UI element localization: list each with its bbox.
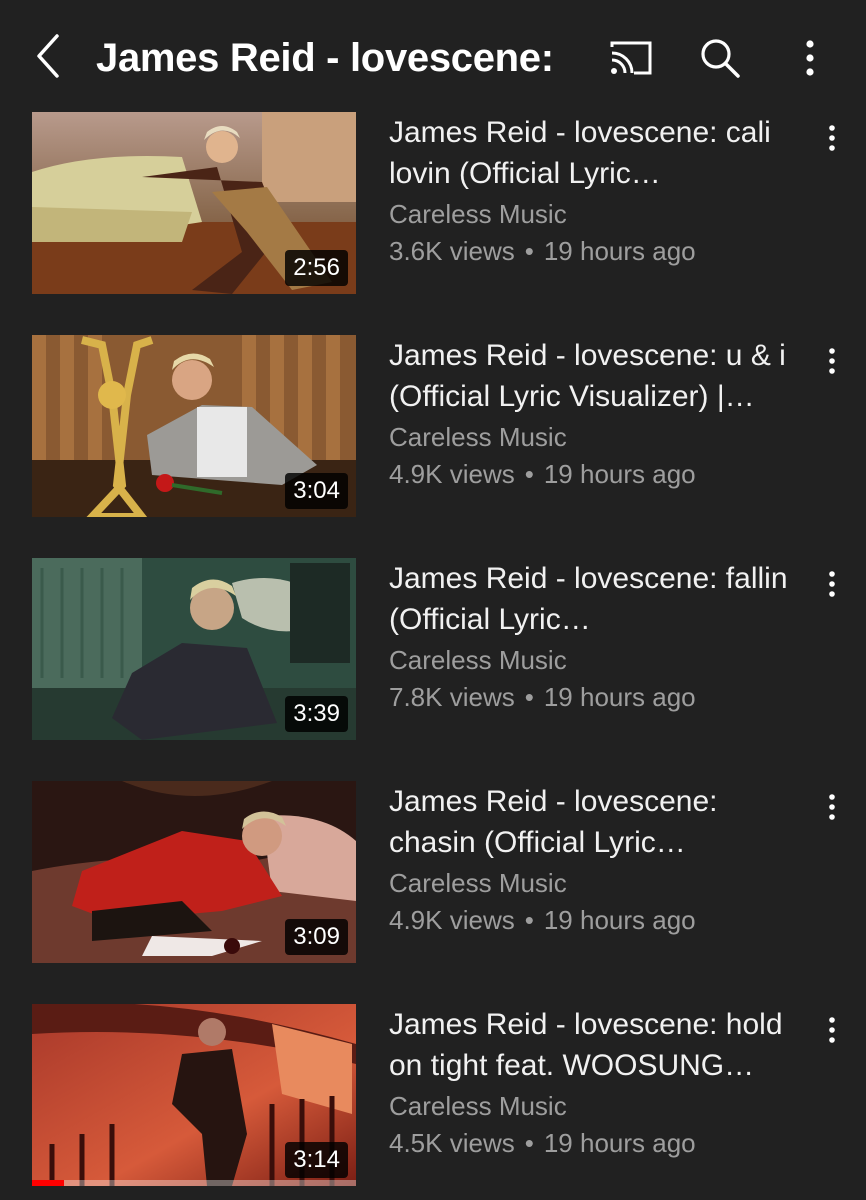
video-thumbnail[interactable]: 3:09 bbox=[32, 781, 356, 963]
video-duration: 3:39 bbox=[285, 696, 348, 732]
video-duration: 3:09 bbox=[285, 919, 348, 955]
video-meta: James Reid - lovescene: chasin (Official… bbox=[389, 781, 809, 939]
video-menu-button[interactable] bbox=[814, 1010, 850, 1050]
separator-dot: • bbox=[524, 1128, 534, 1158]
video-title[interactable]: James Reid - lovescene: cali lovin (Offi… bbox=[389, 112, 809, 194]
video-meta: James Reid - lovescene: fallin (Official… bbox=[389, 558, 809, 716]
channel-name: Careless Music bbox=[389, 868, 567, 898]
video-meta: James Reid - lovescene: u & i (Official … bbox=[389, 335, 809, 493]
video-stats: 3.6K views • 19 hours ago bbox=[389, 232, 809, 270]
video-stats: 4.9K views • 19 hours ago bbox=[389, 901, 809, 939]
more-options-button[interactable] bbox=[782, 30, 838, 86]
upload-age: 19 hours ago bbox=[543, 682, 696, 712]
separator-dot: • bbox=[524, 459, 534, 489]
cast-button[interactable] bbox=[603, 30, 659, 86]
channel-name: Careless Music bbox=[389, 422, 567, 452]
watch-progress-fill bbox=[32, 1180, 65, 1186]
video-menu-button[interactable] bbox=[814, 118, 850, 158]
separator-dot: • bbox=[524, 682, 534, 712]
channel-name: Careless Music bbox=[389, 1091, 567, 1121]
separator-dot: • bbox=[524, 905, 534, 935]
upload-age: 19 hours ago bbox=[543, 459, 696, 489]
video-thumbnail[interactable]: 2:56 bbox=[32, 112, 356, 294]
more-vert-icon bbox=[829, 1017, 835, 1043]
video-duration: 3:04 bbox=[285, 473, 348, 509]
upload-age: 19 hours ago bbox=[543, 236, 696, 266]
view-count: 7.8K views bbox=[389, 682, 515, 712]
video-meta: James Reid - lovescene: hold on tight fe… bbox=[389, 1004, 809, 1162]
separator-dot: • bbox=[524, 236, 534, 266]
video-meta: James Reid - lovescene: cali lovin (Offi… bbox=[389, 112, 809, 270]
video-title[interactable]: James Reid - lovescene: hold on tight fe… bbox=[389, 1004, 809, 1086]
video-menu-button[interactable] bbox=[814, 564, 850, 604]
video-item[interactable]: 3:39 James Reid - lovescene: fallin (Off… bbox=[0, 558, 866, 740]
view-count: 3.6K views bbox=[389, 236, 515, 266]
chevron-left-icon bbox=[37, 34, 59, 78]
view-count: 4.5K views bbox=[389, 1128, 515, 1158]
more-vert-icon bbox=[806, 40, 814, 76]
page-title: James Reid - lovescene: bbox=[96, 36, 554, 80]
video-title[interactable]: James Reid - lovescene: u & i (Official … bbox=[389, 335, 809, 417]
more-vert-icon bbox=[829, 125, 835, 151]
video-thumbnail[interactable]: 3:04 bbox=[32, 335, 356, 517]
cast-icon bbox=[610, 41, 652, 75]
search-button[interactable] bbox=[692, 30, 748, 86]
video-menu-button[interactable] bbox=[814, 787, 850, 827]
video-duration: 3:14 bbox=[285, 1142, 348, 1178]
video-title[interactable]: James Reid - lovescene: fallin (Official… bbox=[389, 558, 809, 640]
channel-name: Careless Music bbox=[389, 645, 567, 675]
top-app-bar: James Reid - lovescene: bbox=[0, 0, 866, 112]
view-count: 4.9K views bbox=[389, 905, 515, 935]
video-title[interactable]: James Reid - lovescene: chasin (Official… bbox=[389, 781, 809, 863]
upload-age: 19 hours ago bbox=[543, 1128, 696, 1158]
more-vert-icon bbox=[829, 571, 835, 597]
more-vert-icon bbox=[829, 348, 835, 374]
video-stats: 4.5K views • 19 hours ago bbox=[389, 1124, 809, 1162]
back-button[interactable] bbox=[24, 28, 72, 84]
more-vert-icon bbox=[829, 794, 835, 820]
channel-name: Careless Music bbox=[389, 199, 567, 229]
video-item[interactable]: 3:04 James Reid - lovescene: u & i (Offi… bbox=[0, 335, 866, 517]
video-thumbnail[interactable]: 3:39 bbox=[32, 558, 356, 740]
video-menu-button[interactable] bbox=[814, 341, 850, 381]
video-item[interactable]: 3:14 James Reid - lovescene: hold on tig… bbox=[0, 1004, 866, 1186]
video-stats: 7.8K views • 19 hours ago bbox=[389, 678, 809, 716]
watch-progress-bar bbox=[32, 1180, 356, 1186]
video-duration: 2:56 bbox=[285, 250, 348, 286]
video-item[interactable]: 3:09 James Reid - lovescene: chasin (Off… bbox=[0, 781, 866, 963]
video-thumbnail[interactable]: 3:14 bbox=[32, 1004, 356, 1186]
view-count: 4.9K views bbox=[389, 459, 515, 489]
search-icon bbox=[701, 39, 740, 78]
video-stats: 4.9K views • 19 hours ago bbox=[389, 455, 809, 493]
upload-age: 19 hours ago bbox=[543, 905, 696, 935]
video-item[interactable]: 2:56 James Reid - lovescene: cali lovin … bbox=[0, 112, 866, 294]
